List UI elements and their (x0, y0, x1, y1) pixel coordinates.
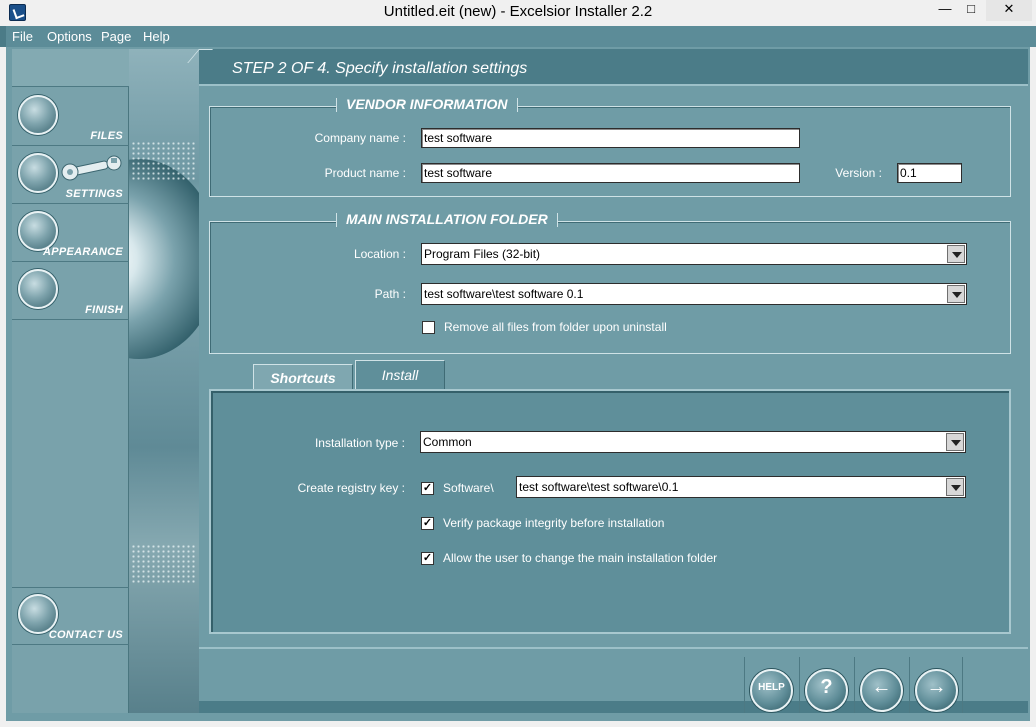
step-title: STEP 2 OF 4. Specify installation settin… (232, 60, 528, 77)
verify-integrity-label: Verify package integrity before installa… (443, 516, 665, 530)
menu-help[interactable]: Help (143, 29, 170, 44)
title-bar: Untitled.eit (new) - Excelsior Installer… (0, 0, 1036, 26)
installation-type-label: Installation type : (314, 436, 405, 450)
sidebar: FILES SETTINGS APPEARANCE FINISH CONTACT… (12, 49, 129, 713)
minimize-button[interactable]: — (930, 0, 960, 21)
location-value: Program Files (32-bit) (424, 247, 541, 261)
arrow-right-icon: → (915, 669, 958, 712)
folder-group-title: MAIN INSTALLATION FOLDER (336, 211, 558, 227)
company-name-input[interactable]: test software (421, 128, 800, 148)
nav-knob-icon (18, 153, 58, 193)
location-select[interactable]: Program Files (32-bit) (421, 243, 967, 265)
vendor-group-title: VENDOR INFORMATION (336, 96, 518, 112)
sidebar-item-finish[interactable]: FINISH (12, 263, 129, 320)
installation-type-select[interactable]: Common (420, 431, 966, 453)
menu-file[interactable]: File (12, 29, 33, 44)
company-name-label: Company name : (314, 131, 406, 145)
vendor-information-group: VENDOR INFORMATION Company name : test s… (209, 96, 1011, 197)
window-title: Untitled.eit (new) - Excelsior Installer… (383, 3, 653, 20)
path-label: Path : (374, 287, 406, 301)
location-label: Location : (353, 247, 406, 261)
back-button[interactable]: ← (854, 657, 908, 713)
remove-files-checkbox[interactable] (422, 321, 435, 334)
decorative-dots (131, 141, 197, 181)
sidebar-item-label: SETTINGS (65, 188, 123, 200)
nav-knob-icon (18, 269, 58, 309)
wrench-icon (61, 155, 122, 181)
version-label: Version : (835, 166, 882, 180)
nav-knob-icon (18, 95, 58, 135)
chevron-down-icon[interactable] (947, 245, 965, 263)
remove-files-label: Remove all files from folder upon uninst… (444, 320, 667, 334)
help-icon: HELP (750, 669, 793, 712)
contact-us-button[interactable]: CONTACT US (12, 587, 129, 645)
product-name-label: Product name : (324, 166, 406, 180)
tab-install[interactable]: Install (355, 360, 445, 391)
contact-us-label: CONTACT US (48, 629, 123, 641)
next-button[interactable]: → (909, 657, 963, 713)
registry-key-value: test software\test software\0.1 (519, 480, 679, 494)
sidebar-item-label: FILES (90, 130, 123, 142)
menu-bar: File Options Page Help (0, 26, 1036, 47)
sidebar-item-label: FINISH (85, 304, 123, 316)
decorative-artwork (129, 49, 199, 713)
allow-change-folder-checkbox[interactable]: ✓ (421, 552, 434, 565)
nav-knob-icon (18, 594, 58, 634)
maximize-button[interactable]: □ (958, 0, 984, 21)
context-help-glyph: ? (820, 676, 833, 698)
menu-options[interactable]: Options (47, 29, 92, 44)
chevron-down-icon[interactable] (946, 478, 964, 496)
close-button[interactable]: ✕ (986, 0, 1032, 21)
next-glyph: → (926, 676, 947, 698)
installation-folder-group: MAIN INSTALLATION FOLDER Location : Prog… (209, 211, 1011, 354)
sidebar-header (12, 49, 129, 87)
context-help-icon: ? (805, 669, 848, 712)
tab-shortcuts[interactable]: Shortcuts (253, 364, 353, 391)
path-select[interactable]: test software\test software 0.1 (421, 283, 967, 305)
menu-page[interactable]: Page (101, 29, 131, 44)
sidebar-item-label: APPEARANCE (42, 246, 123, 258)
arrow-left-icon: ← (860, 669, 903, 712)
main-panel: STEP 2 OF 4. Specify installation settin… (187, 49, 1028, 713)
registry-prefix-label: Software\ (443, 481, 494, 495)
chevron-down-icon[interactable] (947, 285, 965, 303)
version-input[interactable]: 0.1 (897, 163, 962, 183)
sidebar-item-appearance[interactable]: APPEARANCE (12, 205, 129, 262)
product-name-input[interactable]: test software (421, 163, 800, 183)
installation-type-value: Common (423, 435, 472, 449)
path-value: test software\test software 0.1 (424, 287, 584, 301)
registry-key-checkbox[interactable]: ✓ (421, 482, 434, 495)
nav-knob-icon (18, 211, 58, 251)
help-label: HELP (758, 682, 785, 693)
step-header: STEP 2 OF 4. Specify installation settin… (187, 49, 1028, 86)
sidebar-item-files[interactable]: FILES (12, 89, 129, 146)
allow-change-folder-label: Allow the user to change the main instal… (443, 551, 718, 565)
install-tab-panel: Installation type : Common Create regist… (209, 389, 1011, 634)
registry-key-select[interactable]: test software\test software\0.1 (516, 476, 966, 498)
help-button[interactable]: HELP (744, 657, 798, 713)
back-glyph: ← (871, 676, 892, 698)
app-frame: FILES SETTINGS APPEARANCE FINISH CONTACT… (6, 47, 1030, 721)
decorative-orb (129, 159, 199, 359)
chevron-down-icon[interactable] (946, 433, 964, 451)
verify-integrity-checkbox[interactable]: ✓ (421, 517, 434, 530)
sidebar-item-settings[interactable]: SETTINGS (12, 147, 129, 204)
decorative-dots (131, 544, 197, 584)
registry-key-label: Create registry key : (297, 481, 405, 495)
whats-this-button[interactable]: ? (799, 657, 853, 713)
